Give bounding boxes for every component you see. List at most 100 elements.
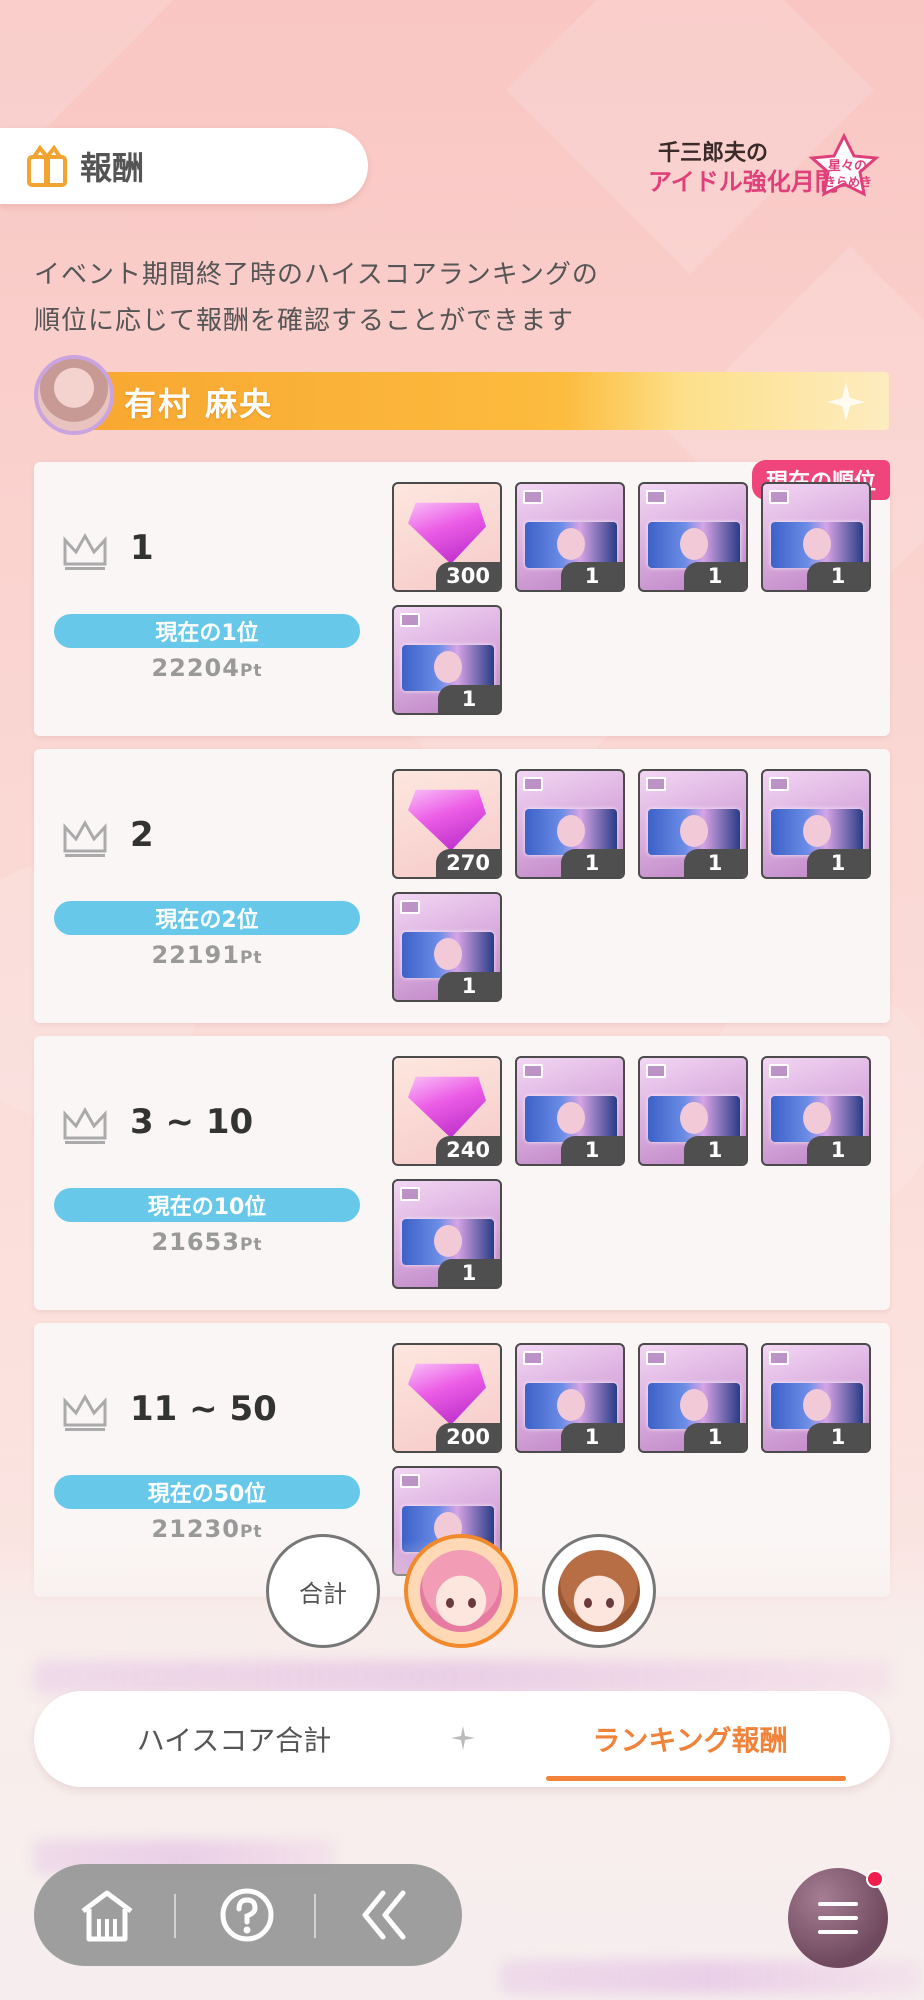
- points-unit: Pt: [239, 948, 263, 968]
- reward-item-card[interactable]: 1: [515, 1343, 625, 1453]
- reward-item-card[interactable]: 1: [515, 482, 625, 592]
- back-button[interactable]: [352, 1882, 418, 1948]
- card-tag-icon: [646, 777, 666, 791]
- crown-icon: [63, 819, 107, 857]
- reward-item-card[interactable]: 1: [761, 1343, 871, 1453]
- reward-item-card[interactable]: 1: [515, 1056, 625, 1166]
- gem-icon: [408, 789, 486, 851]
- character-face-icon: [420, 1550, 502, 1632]
- reward-item-card[interactable]: 1: [761, 482, 871, 592]
- reward-item-gem[interactable]: 200: [392, 1343, 502, 1453]
- event-logo: 千三郎夫の アイドル強化月間 星々の きらめき: [648, 132, 880, 197]
- bottom-nav: [34, 1864, 462, 1966]
- svg-text:星々の: 星々の: [828, 158, 867, 173]
- total-switch-button[interactable]: 合計: [266, 1534, 380, 1648]
- rank-label: 1: [130, 528, 154, 568]
- reward-qty: 1: [807, 1423, 869, 1451]
- character-switcher: 合計: [266, 1534, 658, 1648]
- reward-item-card[interactable]: 1: [761, 1056, 871, 1166]
- svg-text:きらめき: きらめき: [824, 175, 872, 189]
- eye: [468, 1598, 476, 1608]
- reward-item-card[interactable]: 1: [638, 1343, 748, 1453]
- reward-item-card[interactable]: 1: [761, 769, 871, 879]
- help-icon: [220, 1888, 274, 1942]
- tab-bar: ハイスコア合計 ランキング報酬: [34, 1691, 890, 1787]
- card-tag-icon: [769, 777, 789, 791]
- reward-item-card[interactable]: 1: [392, 1179, 502, 1289]
- active-tab-underline: [546, 1776, 846, 1781]
- character-avatar: [34, 355, 114, 435]
- card-tag-icon: [769, 490, 789, 504]
- description-line: 順位に応じて報酬を確認することができます: [34, 306, 575, 336]
- eye: [606, 1598, 614, 1608]
- crown-icon: [63, 1106, 107, 1144]
- current-rank-pill: 現在の10位: [54, 1188, 360, 1222]
- card-tag-icon: [523, 777, 543, 791]
- reward-item-gem[interactable]: 270: [392, 769, 502, 879]
- reward-qty: 1: [561, 849, 623, 877]
- help-button[interactable]: [214, 1882, 280, 1948]
- reward-qty: 1: [561, 1136, 623, 1164]
- reward-qty: 1: [438, 685, 500, 713]
- reward-item-card[interactable]: 1: [392, 892, 502, 1002]
- reward-qty: 1: [438, 1259, 500, 1287]
- character-name: 有村 麻央: [124, 385, 274, 423]
- card-tag-icon: [523, 1351, 543, 1365]
- rank-label: 3 ~ 10: [130, 1102, 254, 1142]
- description-text: イベント期間終了時のハイスコアランキングの 順位に応じて報酬を確認することができ…: [34, 252, 894, 344]
- reward-qty: 1: [561, 562, 623, 590]
- reward-item-card[interactable]: 1: [515, 769, 625, 879]
- gem-icon: [408, 1076, 486, 1138]
- notification-dot: [866, 1870, 884, 1888]
- card-tag-icon: [400, 900, 420, 914]
- card-tag-icon: [523, 1064, 543, 1078]
- home-icon: [81, 1890, 133, 1942]
- reward-qty: 1: [807, 1136, 869, 1164]
- tab-high-score-total[interactable]: ハイスコア合計: [34, 1691, 434, 1787]
- menu-button[interactable]: [788, 1868, 888, 1968]
- reward-item-gem[interactable]: 300: [392, 482, 502, 592]
- eye: [446, 1598, 454, 1608]
- reward-qty: 1: [684, 1423, 746, 1451]
- reward-item-card[interactable]: 1: [638, 482, 748, 592]
- hamburger-menu-icon: [818, 1902, 858, 1934]
- gem-icon: [408, 502, 486, 564]
- rank-card: 2 現在の2位 22191Pt 270 1 1 1 1: [34, 749, 890, 1023]
- character-switch-button[interactable]: [542, 1534, 656, 1648]
- points-unit: Pt: [239, 1522, 263, 1542]
- rank-card: 1 現在の1位 22204Pt 現在の順位 300 1 1 1 1: [34, 460, 890, 736]
- character-face-icon: [558, 1550, 640, 1632]
- tab-ranking-reward[interactable]: ランキング報酬: [490, 1691, 890, 1787]
- rank-points: 22204Pt: [34, 654, 380, 682]
- rank-points: 22191Pt: [34, 941, 380, 969]
- points-unit: Pt: [239, 661, 263, 681]
- double-chevron-left-icon: [362, 1890, 406, 1940]
- card-tag-icon: [400, 1474, 420, 1488]
- sparkle-icon: [827, 383, 865, 421]
- reward-item-card[interactable]: 1: [392, 605, 502, 715]
- blurred-content: [34, 1660, 890, 1694]
- reward-qty: 1: [807, 562, 869, 590]
- gem-icon: [408, 1363, 486, 1425]
- ranking-reward-list[interactable]: 1 現在の1位 22204Pt 現在の順位 300 1 1 1 1 2 現在の2…: [34, 460, 890, 1610]
- crown-icon: [63, 1393, 107, 1431]
- rank-label: 11 ~ 50: [130, 1389, 277, 1429]
- reward-qty: 240: [436, 1136, 500, 1164]
- home-button[interactable]: [74, 1882, 140, 1948]
- page-title: 報酬: [80, 149, 145, 187]
- points-unit: Pt: [239, 1235, 263, 1255]
- points-value: 22191: [151, 941, 240, 969]
- eye: [584, 1598, 592, 1608]
- reward-item-card[interactable]: 1: [638, 1056, 748, 1166]
- character-switch-button-active[interactable]: [404, 1534, 518, 1648]
- reward-qty: 1: [684, 562, 746, 590]
- reward-item-gem[interactable]: 240: [392, 1056, 502, 1166]
- points-value: 21230: [151, 1515, 240, 1543]
- reward-qty: 1: [807, 849, 869, 877]
- points-value: 22204: [151, 654, 240, 682]
- nav-divider: [174, 1894, 176, 1938]
- reward-qty: 300: [436, 562, 500, 590]
- svg-text:千三郎夫の: 千三郎夫の: [658, 140, 768, 165]
- reward-item-card[interactable]: 1: [638, 769, 748, 879]
- reward-qty: 1: [684, 849, 746, 877]
